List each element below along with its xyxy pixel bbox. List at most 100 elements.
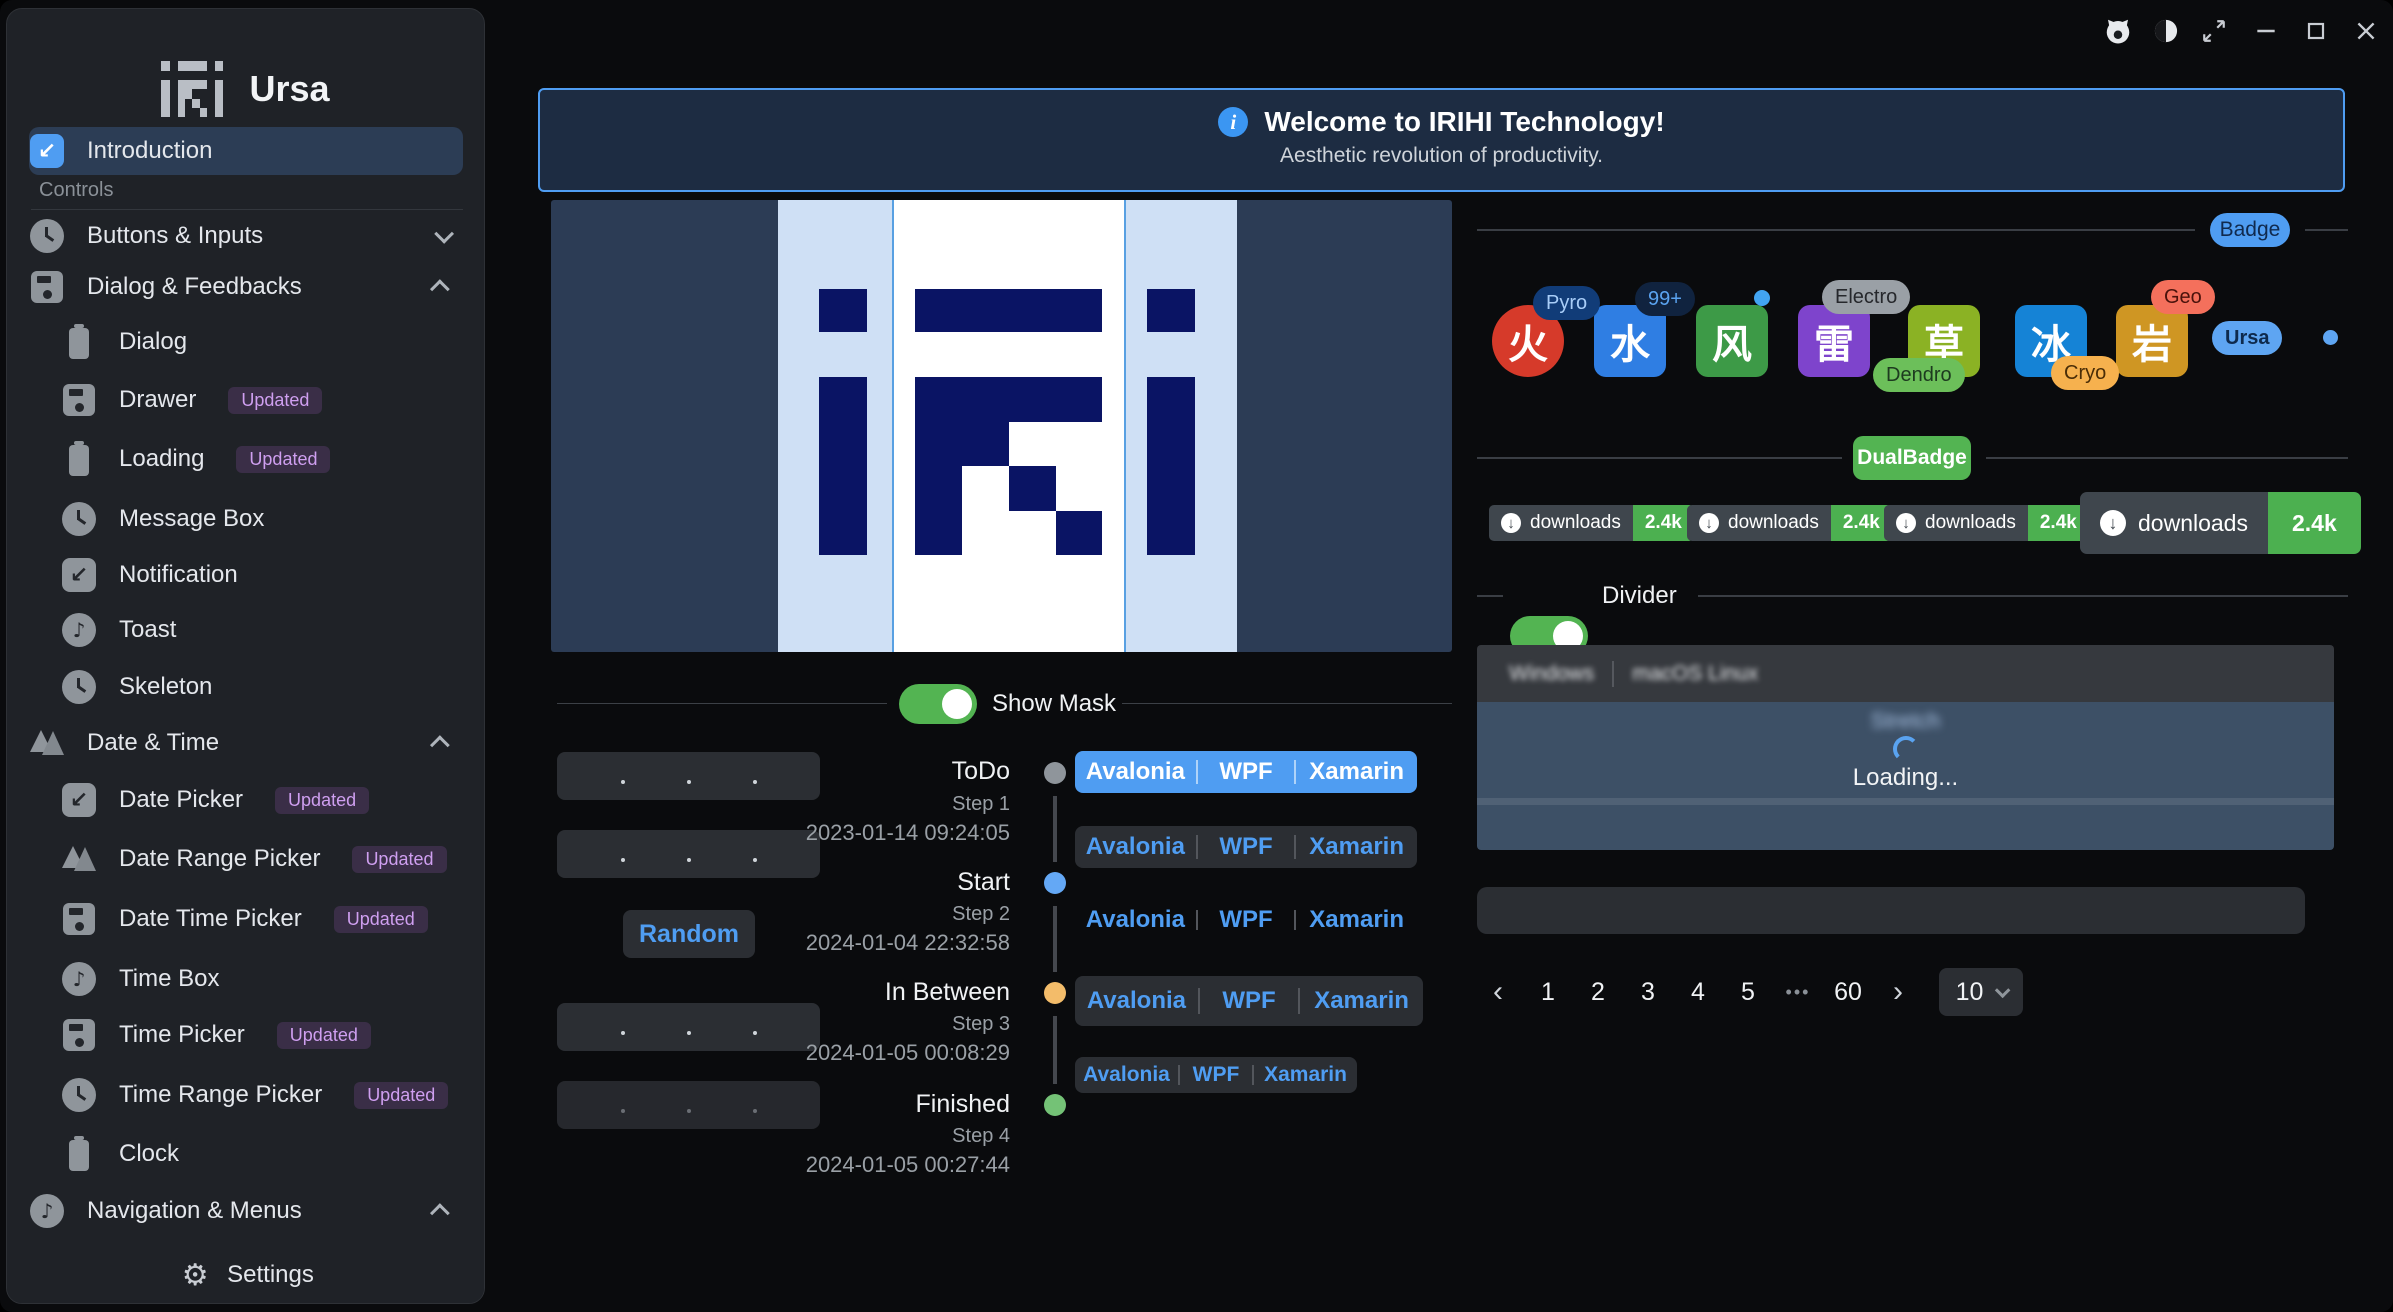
- sidebar-item-clock[interactable]: Clock: [29, 1130, 463, 1178]
- step-sub: Step 4: [790, 1125, 1010, 1148]
- sidebar-item-dialog[interactable]: Dialog: [29, 318, 463, 366]
- sidebar-group-buttons-inputs[interactable]: Buttons & Inputs: [29, 212, 463, 260]
- sidebar-group-date-time[interactable]: Date & Time: [29, 719, 463, 767]
- step-connector: [1053, 1016, 1057, 1084]
- page-button[interactable]: 5: [1727, 970, 1769, 1014]
- sidebar-item-time-picker[interactable]: Time Picker Updated: [29, 1011, 463, 1059]
- step-name: ToDo: [790, 757, 1010, 786]
- page-size-select[interactable]: 10: [1939, 968, 2023, 1016]
- step-date: 2024-01-04 22:32:58: [710, 930, 1010, 956]
- step-name: In Between: [790, 978, 1010, 1007]
- option-avalonia[interactable]: Avalonia: [1075, 758, 1196, 786]
- sidebar-item-message-box[interactable]: Message Box: [29, 495, 463, 543]
- option-wpf[interactable]: WPF: [1200, 987, 1298, 1015]
- sidebar-item-notification[interactable]: Notification: [29, 551, 463, 599]
- more-pages-icon[interactable]: •••: [1777, 970, 1819, 1014]
- option-wpf[interactable]: WPF: [1198, 906, 1295, 934]
- option-wpf[interactable]: WPF: [1198, 833, 1295, 861]
- step-sub: Step 2: [790, 903, 1010, 926]
- sidebar-item-introduction[interactable]: Introduction: [29, 127, 463, 175]
- sidebar-group-navigation-menus[interactable]: Navigation & Menus: [29, 1187, 463, 1235]
- close-button[interactable]: [2349, 14, 2383, 48]
- sidebar-item-date-picker[interactable]: Date Picker Updated: [29, 776, 463, 824]
- page-button[interactable]: 3: [1627, 970, 1669, 1014]
- sidebar-item-time-range-picker[interactable]: Time Range Picker Updated: [29, 1071, 463, 1119]
- chevron-up-icon: [430, 279, 450, 299]
- option-xamarin[interactable]: Xamarin: [1254, 1063, 1357, 1087]
- page-button[interactable]: 4: [1677, 970, 1719, 1014]
- next-page-button[interactable]: ›: [1877, 970, 1919, 1014]
- option-xamarin[interactable]: Xamarin: [1296, 758, 1417, 786]
- settings-button[interactable]: Settings: [7, 1247, 484, 1303]
- music-note-icon: [61, 612, 97, 648]
- trees-icon: [29, 725, 65, 761]
- step-date: 2024-01-05 00:27:44: [710, 1152, 1010, 1178]
- sidebar-item-date-range-picker[interactable]: Date Range Picker Updated: [29, 835, 463, 883]
- irihi-logo-icon: [161, 61, 223, 117]
- floppy-icon: [61, 901, 97, 937]
- minimize-button[interactable]: [2249, 14, 2283, 48]
- badge-dot: [1754, 290, 1770, 306]
- step-dot-todo: [1044, 762, 1066, 784]
- option-xamarin[interactable]: Xamarin: [1296, 906, 1417, 934]
- dual-badge: ↓downloads 2.4k: [1687, 505, 1892, 541]
- option-wpf[interactable]: WPF: [1198, 758, 1295, 786]
- option-avalonia[interactable]: Avalonia: [1075, 833, 1196, 861]
- spinner-icon: [1893, 736, 1919, 762]
- tab-strip: Windows macOS Linux: [1477, 645, 2334, 702]
- sidebar-group-dialog-feedbacks[interactable]: Dialog & Feedbacks: [29, 263, 463, 311]
- tab-windows[interactable]: Windows: [1491, 662, 1612, 686]
- sidebar-item-toast[interactable]: Toast: [29, 606, 463, 654]
- fullscreen-button[interactable]: [2197, 14, 2231, 48]
- option-xamarin[interactable]: Xamarin: [1296, 833, 1417, 861]
- step-name: Finished: [790, 1090, 1010, 1119]
- arrow-square-icon: [61, 782, 97, 818]
- step-connector: [1053, 796, 1057, 862]
- page-button[interactable]: 2: [1577, 970, 1619, 1014]
- sidebar-item-date-time-picker[interactable]: Date Time Picker Updated: [29, 895, 463, 943]
- step-sub: Step 1: [790, 793, 1010, 816]
- theme-toggle-button[interactable]: [2149, 14, 2183, 48]
- option-avalonia[interactable]: Avalonia: [1075, 1063, 1178, 1087]
- text-input[interactable]: [1477, 887, 2305, 934]
- sidebar: Ursa Introduction Controls Buttons & Inp…: [6, 8, 485, 1304]
- prev-page-button[interactable]: ‹: [1477, 970, 1519, 1014]
- download-icon: ↓: [1501, 513, 1521, 533]
- time-box-input-disabled: [557, 1081, 820, 1129]
- time-box-input[interactable]: [557, 752, 820, 800]
- maximize-button[interactable]: [2299, 14, 2333, 48]
- mask-handle[interactable]: [892, 200, 894, 652]
- selection-group-primary: Avalonia WPF Xamarin: [1075, 751, 1417, 793]
- floppy-icon: [29, 269, 65, 305]
- loading-status: Loading...: [1477, 764, 2334, 792]
- mask-dark-band: [551, 200, 778, 652]
- option-avalonia[interactable]: Avalonia: [1075, 987, 1198, 1015]
- show-mask-toggle[interactable]: [899, 684, 977, 724]
- clock-icon: [61, 1077, 97, 1113]
- sidebar-item-drawer[interactable]: Drawer Updated: [29, 376, 463, 424]
- option-avalonia[interactable]: Avalonia: [1075, 906, 1196, 934]
- sidebar-item-skeleton[interactable]: Skeleton: [29, 663, 463, 711]
- option-xamarin[interactable]: Xamarin: [1300, 987, 1423, 1015]
- chevron-down-icon: [434, 224, 454, 244]
- sidebar-item-time-box[interactable]: Time Box: [29, 955, 463, 1003]
- app-header: Ursa: [7, 61, 484, 117]
- masked-logo-image: [551, 200, 1452, 652]
- option-wpf[interactable]: WPF: [1180, 1063, 1252, 1087]
- divider-line: [1698, 595, 2348, 597]
- github-button[interactable]: [2101, 14, 2135, 48]
- music-note-icon: [61, 961, 97, 997]
- dualbadge-section-pill: DualBadge: [1853, 436, 1971, 480]
- minimize-icon: [2253, 18, 2279, 44]
- sidebar-item-loading[interactable]: Loading Updated: [29, 435, 463, 483]
- divider-line: [1986, 457, 2348, 459]
- badge-section-pill: Badge: [2210, 213, 2290, 247]
- step-dot-finished: [1044, 1094, 1066, 1116]
- step-connector: [1053, 906, 1057, 972]
- trees-icon: [61, 841, 97, 877]
- banner-title: Welcome to IRIHI Technology!: [1264, 106, 1664, 138]
- page-button[interactable]: 1: [1527, 970, 1569, 1014]
- mask-handle[interactable]: [1124, 200, 1126, 652]
- last-page-button[interactable]: 60: [1827, 970, 1869, 1014]
- tab-macos-linux[interactable]: macOS Linux: [1614, 662, 1776, 686]
